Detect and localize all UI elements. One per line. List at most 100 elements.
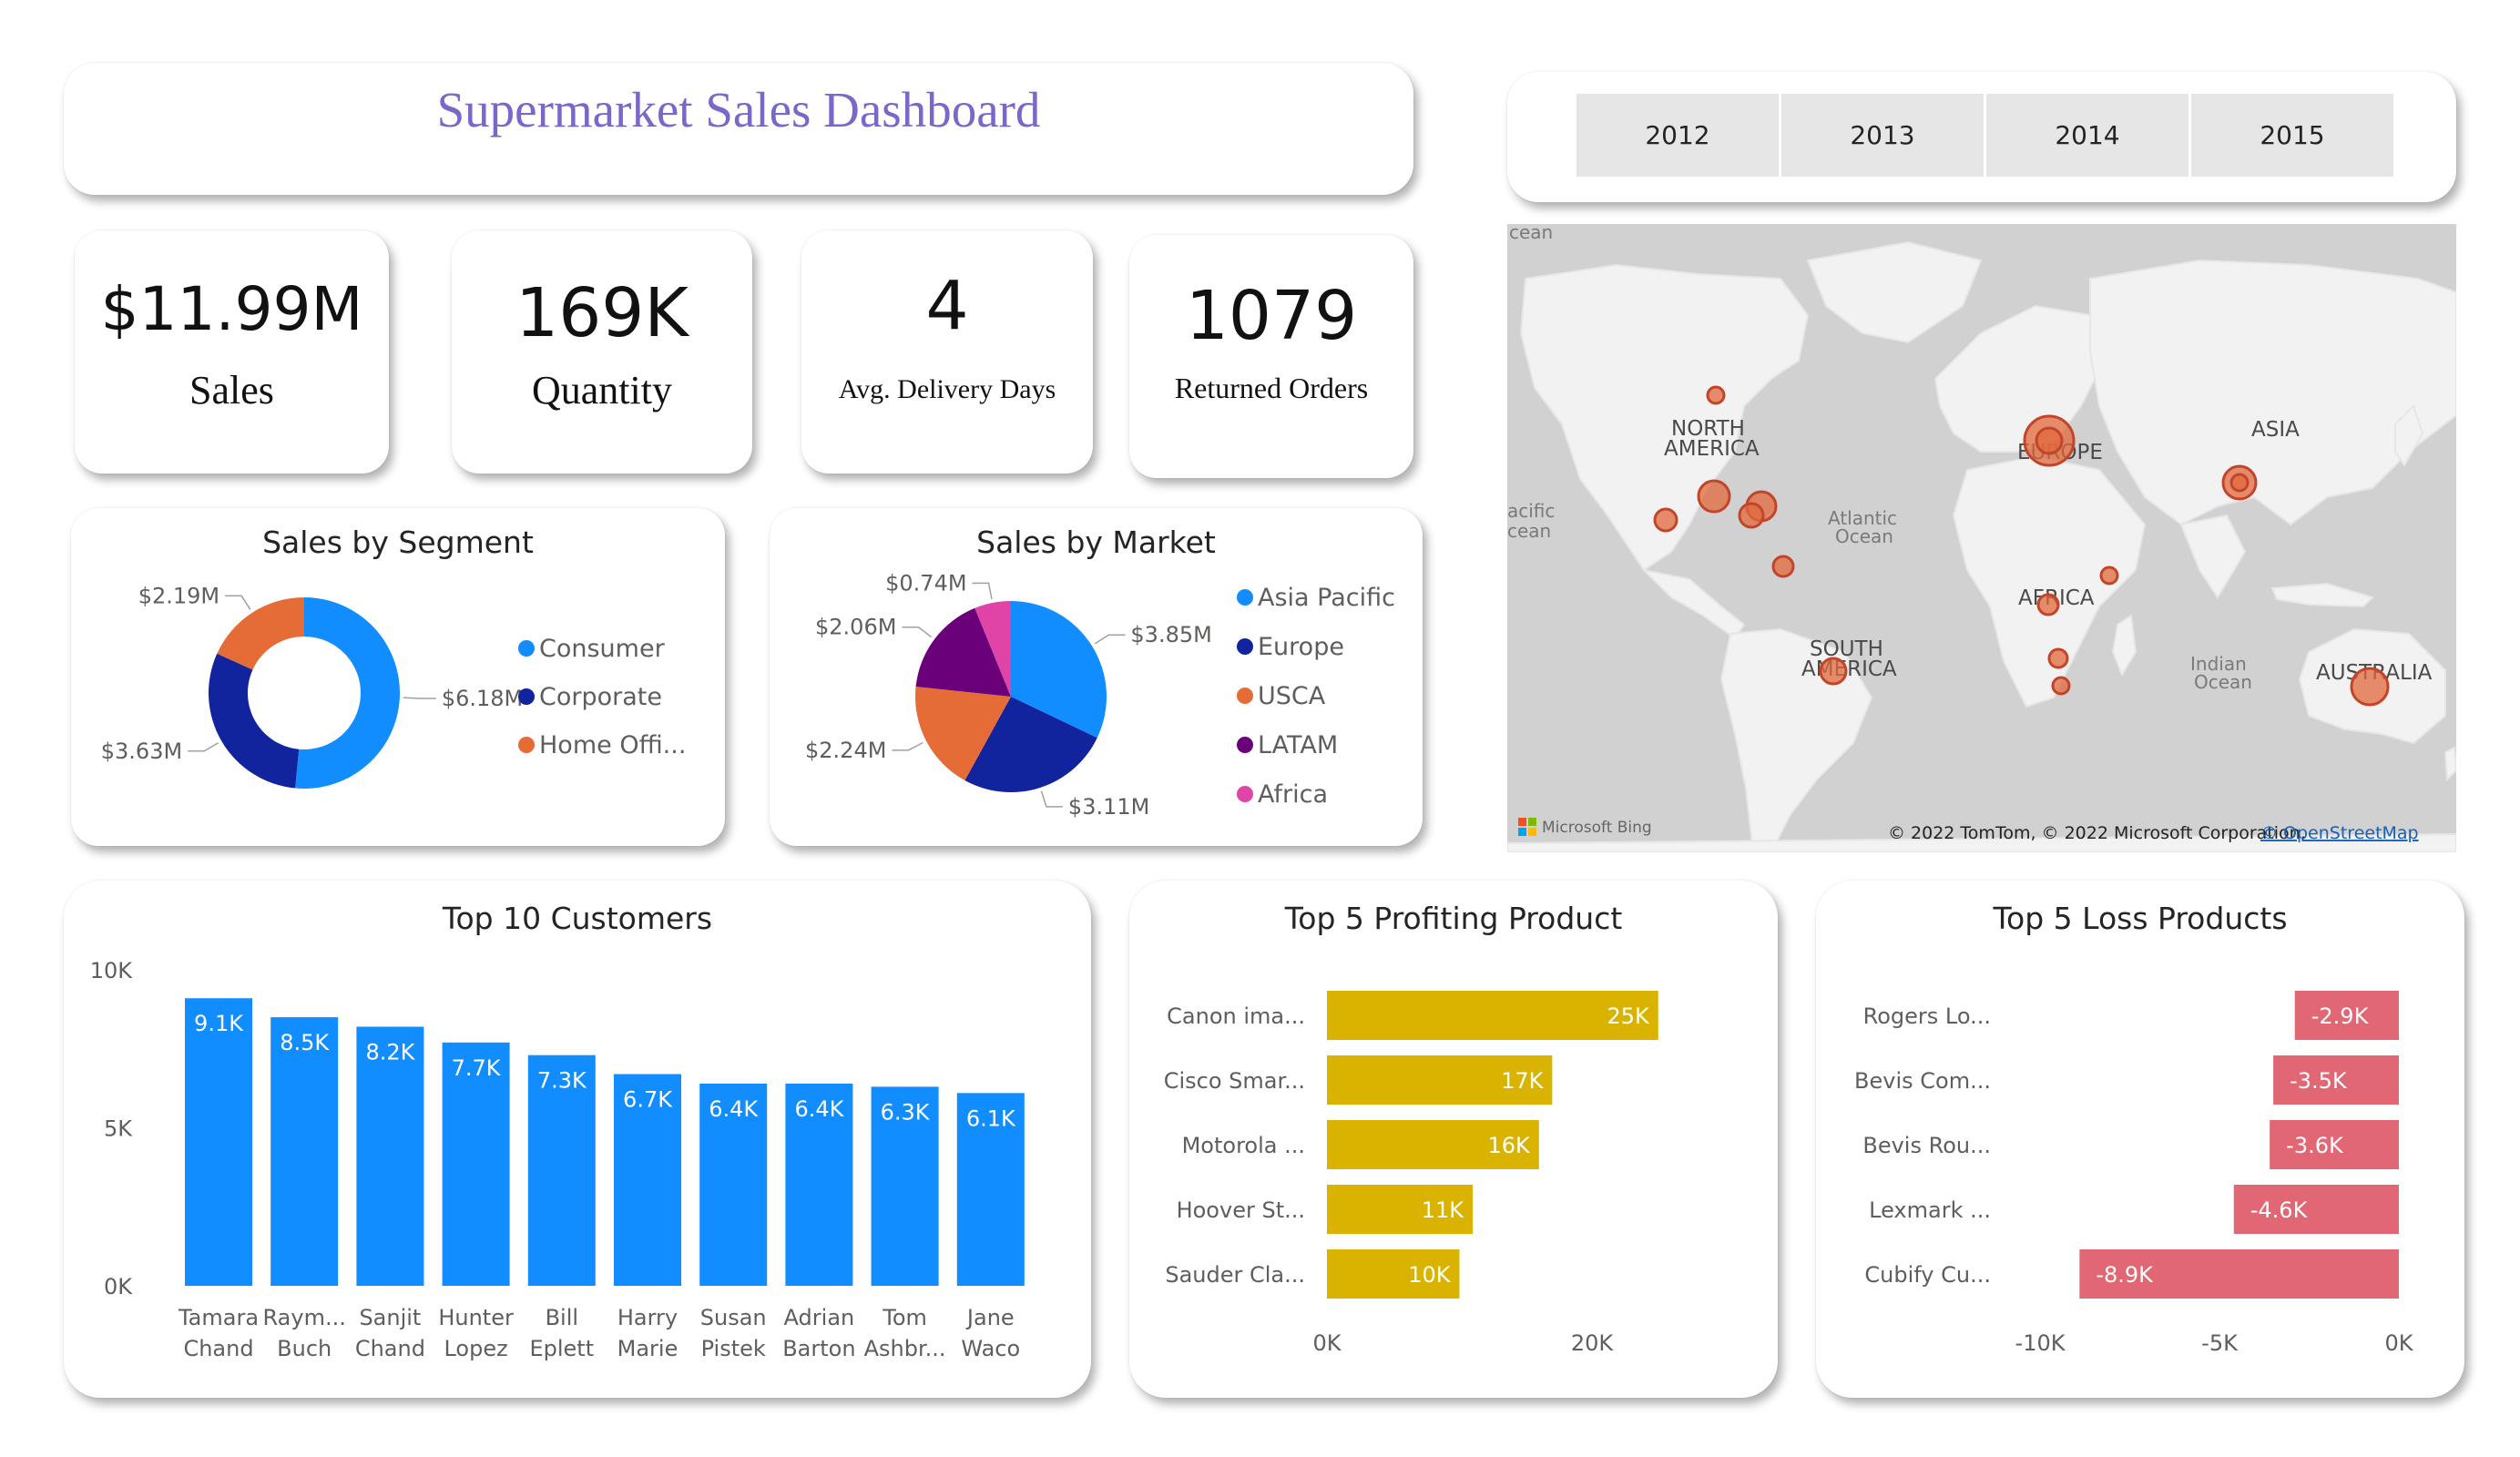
bar-data-label: 8.2K — [365, 1039, 415, 1065]
y-tick-label: Canon ima... — [1167, 1004, 1305, 1029]
legend-item-label[interactable]: Corporate — [539, 683, 662, 711]
bing-logo-text: Microsoft Bing — [1542, 819, 1652, 837]
ocean-label: Ocean — [2194, 671, 2252, 693]
region-label: AMERICA — [1664, 437, 1760, 461]
pie-data-label: $3.63M — [101, 739, 182, 764]
pie-slice[interactable] — [208, 653, 300, 789]
legend-item-label[interactable]: Europe — [1258, 633, 1344, 661]
ocean-label: Ocean — [1835, 525, 1893, 547]
land-europe — [1933, 304, 2110, 453]
map-bubble — [1697, 479, 1731, 514]
bar-data-label: 11K — [1422, 1197, 1465, 1223]
segment-donut-chart: $6.18M Consumer $3.63M Corporate $2.19M Home … — [101, 583, 686, 789]
bar-data-label: -8.9K — [2096, 1262, 2154, 1288]
bar-data-label: -2.9K — [2311, 1004, 2370, 1029]
pie-leader-line — [902, 626, 933, 638]
kpi-sales-label: Sales — [189, 368, 274, 413]
legend-item-label[interactable]: LATAM — [1258, 731, 1338, 759]
pie-data-label: $3.11M — [1068, 794, 1149, 820]
y-tick-label: Sauder Cla... — [1165, 1262, 1305, 1288]
land-new-zealand — [2443, 746, 2456, 782]
x-tick-label: Chand — [183, 1336, 253, 1361]
pie-leader-line — [972, 582, 993, 600]
bar[interactable] — [270, 1017, 339, 1286]
legend-item-label[interactable]: Consumer — [539, 635, 666, 663]
title-card: Supermarket Sales Dashboard — [64, 63, 1413, 195]
x-tick-label: Waco — [961, 1336, 1020, 1361]
ocean-label: cean — [1507, 520, 1551, 542]
pie-data-label: $3.85M — [1130, 622, 1211, 647]
land-asia — [2089, 259, 2456, 526]
map-copyright: © 2022 TomTom, © 2022 Microsoft Corporat… — [1888, 823, 2306, 843]
bar[interactable] — [185, 998, 252, 1286]
y-tick-label: 10K — [90, 958, 134, 983]
legend-marker — [1237, 589, 1253, 606]
y-tick-label: Cubify Cu... — [1864, 1262, 1991, 1288]
year-button-2015[interactable]: 2015 — [2191, 94, 2393, 177]
x-tick-label: Lopez — [444, 1336, 507, 1361]
y-tick-label: 0K — [104, 1274, 133, 1299]
map-bubble — [2229, 473, 2250, 493]
legend-item-label[interactable]: USCA — [1258, 682, 1326, 710]
x-tick-label: Eplett — [529, 1336, 594, 1361]
year-button-2014[interactable]: 2014 — [1986, 94, 2188, 177]
openstreetmap-link[interactable]: © OpenStreetMap — [2260, 823, 2419, 843]
x-tick-label: Harry — [617, 1305, 678, 1330]
bar-data-label: 10K — [1408, 1262, 1452, 1288]
y-tick-label: Motorola ... — [1182, 1133, 1305, 1158]
x-tick-label: 20K — [1571, 1330, 1615, 1356]
x-tick-label: Ashbr... — [864, 1336, 946, 1361]
ocean-label: cean — [1509, 224, 1553, 243]
x-tick-label: Hunter — [438, 1305, 514, 1330]
map-bubble — [1738, 502, 1765, 529]
pie-data-label: $6.18M — [442, 686, 523, 711]
y-tick-label: Rogers Lo... — [1863, 1004, 1991, 1029]
x-tick-label: -10K — [2015, 1330, 2066, 1356]
map-bubble — [1706, 385, 1726, 405]
region-label: AMERICA — [1801, 657, 1897, 681]
profit-card: Top 5 Profiting Product 25K Canon ima... 1… — [1129, 881, 1778, 1398]
loss-bar-chart: -2.9K Rogers Lo... -3.5K Bevis Com... -3.6K B… — [1854, 991, 2414, 1356]
bar[interactable] — [356, 1026, 424, 1286]
pie-leader-line — [188, 742, 219, 752]
bing-logo: Microsoft Bing — [1518, 818, 1652, 837]
bar-data-label: 7.3K — [537, 1068, 587, 1094]
pie-slice[interactable] — [217, 597, 304, 670]
year-button-2012[interactable]: 2012 — [1576, 94, 1779, 177]
x-tick-label: Pistek — [701, 1336, 766, 1361]
map-svg: cean acific cean Atlantic Ocean Indian O… — [1507, 224, 2456, 852]
year-button-2013[interactable]: 2013 — [1781, 94, 1984, 177]
kpi-returns-label: Returned Orders — [1174, 372, 1369, 404]
bar-data-label: 6.7K — [623, 1087, 673, 1113]
y-tick-label: Cisco Smar... — [1164, 1068, 1305, 1094]
x-tick-label: Adrian — [784, 1305, 855, 1330]
legend-item-label[interactable]: Africa — [1258, 780, 1328, 809]
bar-data-label: 25K — [1607, 1004, 1650, 1029]
sales-map[interactable]: cean acific cean Atlantic Ocean Indian O… — [1507, 224, 2456, 852]
page-title: Supermarket Sales Dashboard — [436, 82, 1041, 138]
kpi-delivery-label: Avg. Delivery Days — [838, 374, 1056, 404]
profit-bar-chart: 25K Canon ima... 17K Cisco Smar... 16K Motoro… — [1164, 991, 1658, 1356]
customers-bar-chart: 0K 5K 10K 9.1K Tamara Chand 8.5K Raym... Buch 8.2… — [90, 958, 1025, 1361]
pie-data-label: $2.06M — [815, 615, 896, 640]
y-tick-label: 5K — [104, 1116, 133, 1142]
y-tick-label: Bevis Rou... — [1862, 1133, 1991, 1158]
y-tick-label: Bevis Com... — [1854, 1068, 1991, 1094]
x-tick-label: Chand — [355, 1336, 425, 1361]
land-greenland — [1806, 240, 1983, 344]
market-pie-chart: $3.85M Asia Pacific $3.11M Europe $2.24M USCA… — [805, 570, 1395, 820]
land-masses — [1507, 240, 2456, 852]
land-india — [2179, 514, 2247, 599]
map-bubble — [2350, 667, 2390, 707]
x-tick-label: Tom — [882, 1305, 927, 1330]
x-tick-label: Marie — [617, 1336, 678, 1361]
legend-marker — [518, 640, 535, 657]
legend-marker — [518, 688, 535, 705]
x-tick-label: 0K — [1312, 1330, 1342, 1356]
legend-item-label[interactable]: Asia Pacific — [1258, 584, 1395, 612]
pie-slice[interactable] — [295, 597, 401, 789]
x-tick-label: 0K — [2384, 1330, 2413, 1356]
kpi-quantity-card: 169K Quantity — [452, 230, 752, 474]
map-bubble — [2051, 676, 2071, 696]
legend-item-label[interactable]: Home Offi... — [539, 731, 686, 759]
